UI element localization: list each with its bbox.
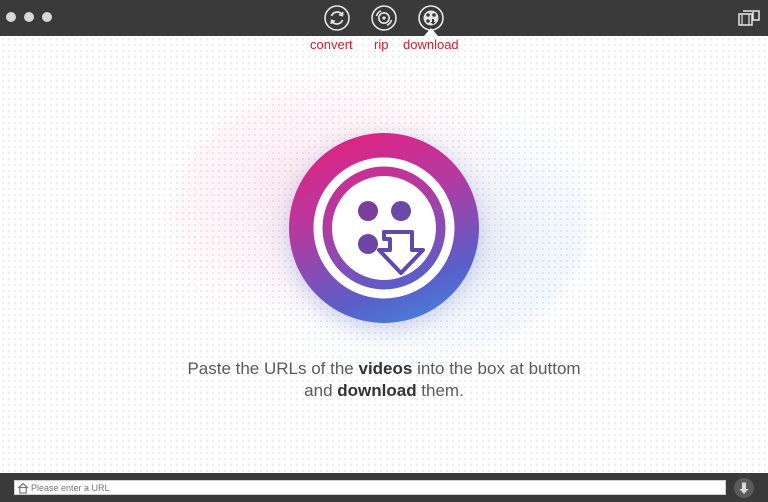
videos-emphasis: videos: [358, 359, 413, 378]
title-bar: [0, 0, 768, 36]
home-icon: [17, 482, 29, 494]
rip-mode-button[interactable]: [370, 4, 398, 32]
url-input-box[interactable]: [14, 480, 726, 495]
toolbox-icon[interactable]: [738, 9, 760, 27]
convert-label[interactable]: convert: [310, 37, 353, 52]
rip-icon: [371, 5, 397, 31]
app-logo: [289, 133, 479, 323]
download-icon: [739, 482, 749, 494]
url-input[interactable]: [31, 482, 725, 493]
close-window-button[interactable]: [6, 12, 16, 22]
rip-label[interactable]: rip: [374, 37, 388, 52]
download-label[interactable]: download: [403, 37, 459, 52]
instruction-text: Paste the URLs of the videos into the bo…: [0, 358, 768, 402]
film-reel-download-icon: [313, 157, 455, 299]
convert-mode-button[interactable]: [323, 4, 351, 32]
selected-mode-indicator: [424, 28, 438, 36]
url-bar: [0, 473, 768, 502]
convert-icon: [324, 5, 350, 31]
mode-labels: convert rip download: [0, 37, 768, 55]
zoom-window-button[interactable]: [42, 12, 52, 22]
window-controls: [6, 12, 52, 22]
download-button[interactable]: [734, 478, 754, 498]
instruction-line-1: Paste the URLs of the videos into the bo…: [187, 359, 581, 378]
minimize-window-button[interactable]: [24, 12, 34, 22]
download-emphasis: download: [337, 381, 417, 400]
instruction-line-2: and download them.: [304, 381, 464, 400]
